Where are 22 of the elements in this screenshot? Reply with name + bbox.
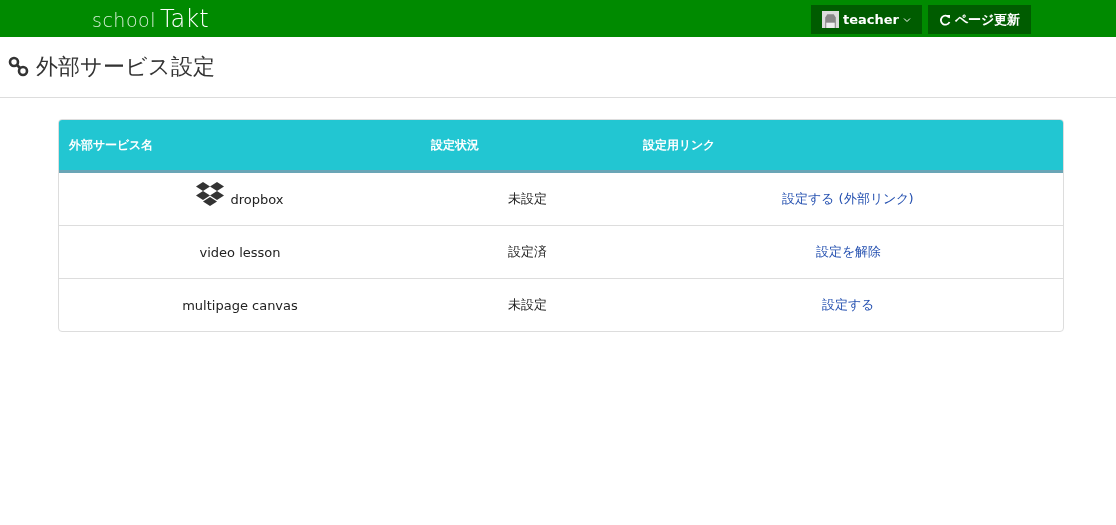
- service-name: video lesson: [199, 244, 281, 260]
- service-name: dropbox: [230, 191, 284, 207]
- reload-icon: [939, 13, 951, 26]
- column-header: 設定状況: [430, 136, 480, 154]
- page-title: 外部サービス設定: [36, 53, 215, 81]
- logo-text: school: [92, 8, 156, 31]
- user-menu-button[interactable]: teacher: [811, 5, 922, 34]
- link-icon: [8, 56, 30, 78]
- status-text: 設定済: [507, 243, 547, 261]
- boxes-icon: [196, 182, 225, 208]
- column-header: 設定用リンク: [642, 136, 716, 154]
- service-name: multipage canvas: [182, 297, 298, 313]
- settings-link[interactable]: 設定を解除: [815, 243, 881, 261]
- settings-link[interactable]: 設定する (外部リンク): [782, 190, 914, 208]
- avatar-icon: [822, 11, 839, 28]
- caret-icon: [903, 16, 911, 23]
- status-text: 未設定: [507, 296, 547, 314]
- reload-button[interactable]: ページ更新: [928, 5, 1031, 34]
- settings-link[interactable]: 設定する: [822, 296, 874, 314]
- logo-text: Takt: [159, 4, 209, 33]
- column-header: 外部サービス名: [68, 136, 154, 154]
- status-text: 未設定: [507, 190, 547, 208]
